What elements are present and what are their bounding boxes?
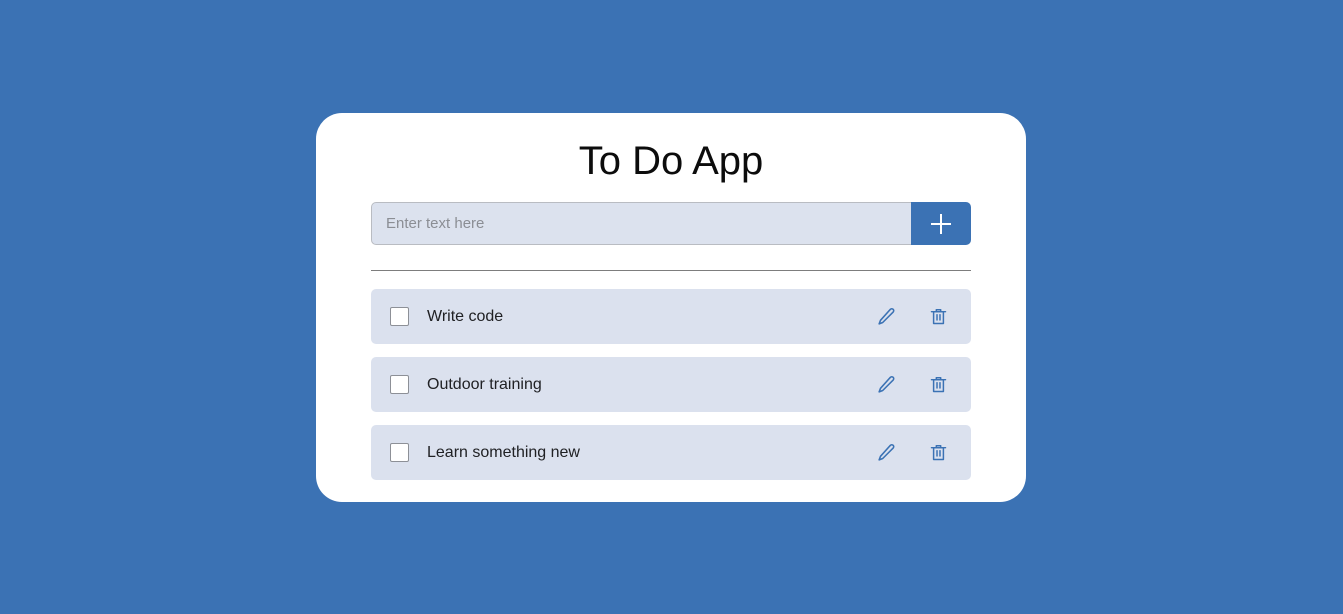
edit-task-button[interactable] bbox=[874, 441, 898, 465]
todo-app-card: To Do App Write code bbox=[316, 113, 1026, 502]
section-divider bbox=[371, 270, 971, 271]
edit-task-button[interactable] bbox=[874, 373, 898, 397]
pencil-icon bbox=[878, 443, 895, 461]
task-actions bbox=[874, 441, 950, 465]
task-row: Learn something new bbox=[371, 425, 971, 480]
task-row: Write code bbox=[371, 289, 971, 344]
task-label: Outdoor training bbox=[427, 375, 542, 393]
delete-task-button[interactable] bbox=[926, 373, 950, 397]
new-task-input[interactable] bbox=[371, 202, 911, 245]
compose-row bbox=[371, 202, 971, 245]
trash-icon bbox=[930, 445, 946, 461]
task-label: Learn something new bbox=[427, 443, 580, 461]
plus-icon bbox=[931, 213, 951, 234]
pencil-icon bbox=[878, 375, 895, 393]
task-checkbox[interactable] bbox=[390, 443, 409, 462]
task-label: Write code bbox=[427, 307, 504, 325]
task-actions bbox=[874, 305, 950, 329]
task-list: Write code Outdoor training Learn someth… bbox=[371, 289, 971, 480]
task-actions bbox=[874, 373, 950, 397]
edit-task-button[interactable] bbox=[874, 305, 898, 329]
task-checkbox[interactable] bbox=[390, 307, 409, 326]
page-title: To Do App bbox=[578, 139, 764, 183]
trash-icon bbox=[930, 377, 946, 393]
task-checkbox[interactable] bbox=[390, 375, 409, 394]
delete-task-button[interactable] bbox=[926, 305, 950, 329]
delete-task-button[interactable] bbox=[926, 441, 950, 465]
add-task-button[interactable] bbox=[911, 202, 971, 245]
pencil-icon bbox=[878, 307, 895, 325]
task-row: Outdoor training bbox=[371, 357, 971, 412]
trash-icon bbox=[930, 309, 946, 325]
